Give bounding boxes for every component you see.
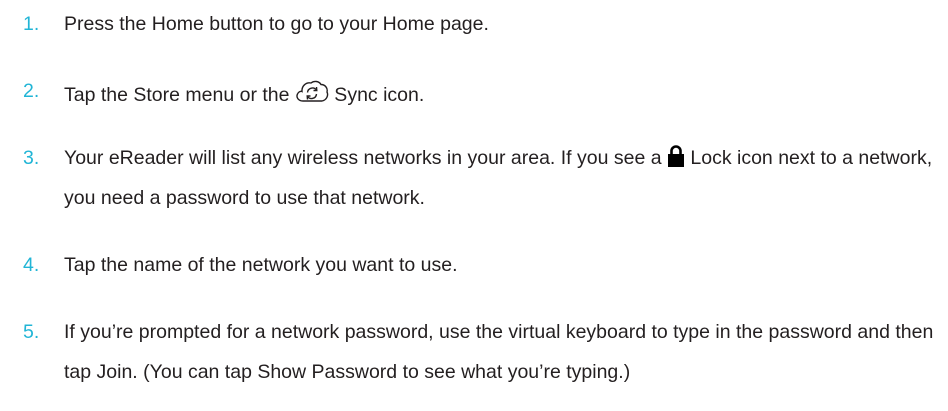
step-number: 5. — [23, 321, 40, 343]
step-text: Tap the name of the network you want to … — [64, 254, 458, 276]
step-text: Your eReader will list any wireless netw… — [64, 138, 944, 218]
step-text: Tap the Store menu or the Sync icon. — [64, 79, 944, 107]
step-text-part: Tap the Store menu or the — [64, 84, 295, 106]
step-number: 3. — [23, 147, 40, 169]
step-number: 1. — [23, 13, 40, 35]
step-text: If you’re prompted for a network passwor… — [64, 321, 934, 383]
step-text: Press the Home button to go to your Home… — [64, 13, 489, 35]
step-text-part: Sync icon. — [328, 84, 425, 106]
step-number: 2. — [23, 80, 40, 102]
step-number: 4. — [23, 254, 40, 276]
step-text-part: Your eReader will list any wireless netw… — [64, 147, 667, 169]
lock-icon — [667, 145, 684, 167]
sync-icon — [296, 80, 329, 102]
